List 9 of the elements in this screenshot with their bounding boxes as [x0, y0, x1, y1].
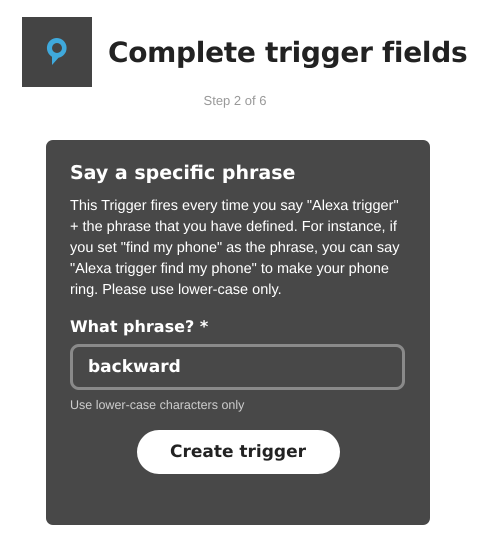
create-trigger-button[interactable]: Create trigger [136, 430, 340, 474]
page-title: Complete trigger fields [108, 36, 468, 68]
phrase-input-field[interactable]: backward [70, 344, 405, 390]
trigger-description: This Trigger fires every time you say "Alexa trigger" + the phrase that you have defined. For instance, if you set "find my phone" as the phrase, you can say "Alexa trigger find my phone" to make your phone ring. Please use lower-case only. [70, 197, 400, 300]
speech-bubble-icon [46, 37, 68, 67]
card-title: Say a specific phrase [70, 162, 296, 184]
field-hint: Use lower-case characters only [70, 398, 246, 412]
field-label: What phrase? * [70, 317, 210, 336]
step-indicator: Step 2 of 6 [202, 93, 268, 108]
